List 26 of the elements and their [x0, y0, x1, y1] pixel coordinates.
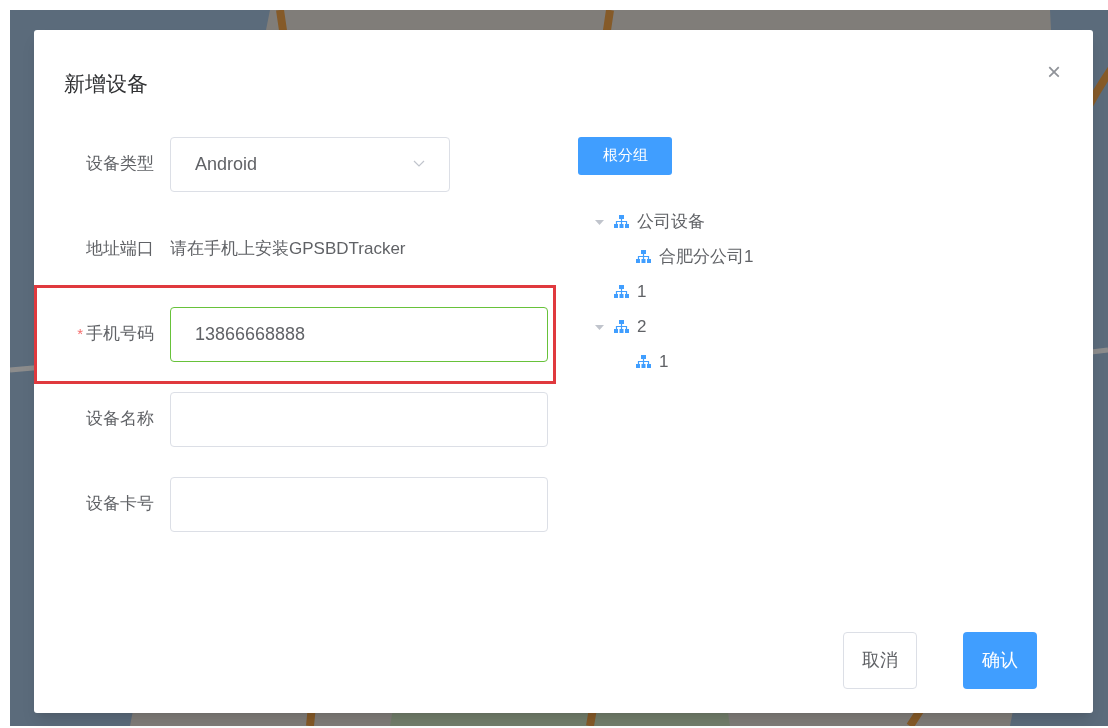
field-label: 手机号码 — [86, 323, 154, 346]
field-label: 设备类型 — [86, 153, 154, 176]
text-field[interactable]: 13866668888 — [170, 306, 548, 362]
text-field[interactable] — [170, 391, 548, 447]
install-hint: 请在手机上安装GPSBDTracker — [170, 238, 406, 261]
tree-node-label[interactable]: 公司设备 — [637, 209, 705, 235]
org-chart-icon — [636, 355, 651, 369]
text-field[interactable] — [170, 476, 548, 532]
field-label: 设备名称 — [86, 408, 154, 431]
caret-down-icon[interactable] — [594, 322, 604, 332]
tree-node-label[interactable]: 1 — [637, 279, 647, 305]
dialog-title: 新增设备 — [64, 71, 148, 97]
org-chart-icon — [614, 215, 629, 229]
tree-node-label[interactable]: 2 — [637, 314, 647, 340]
org-chart-icon — [636, 250, 651, 264]
field-label: 设备卡号 — [86, 493, 154, 516]
device-type-select[interactable]: Android — [170, 136, 450, 192]
org-chart-icon — [614, 285, 629, 299]
cancel-button[interactable]: 取消 — [843, 632, 917, 689]
org-chart-icon — [614, 320, 629, 334]
chevron-down-icon — [413, 160, 425, 168]
tree-node-label[interactable]: 1 — [659, 349, 669, 375]
field-label: 地址端口 — [86, 238, 154, 261]
caret-down-icon[interactable] — [594, 217, 604, 227]
tree-node-label[interactable]: 合肥分公司1 — [659, 244, 754, 270]
required-asterisk: * — [77, 323, 83, 344]
